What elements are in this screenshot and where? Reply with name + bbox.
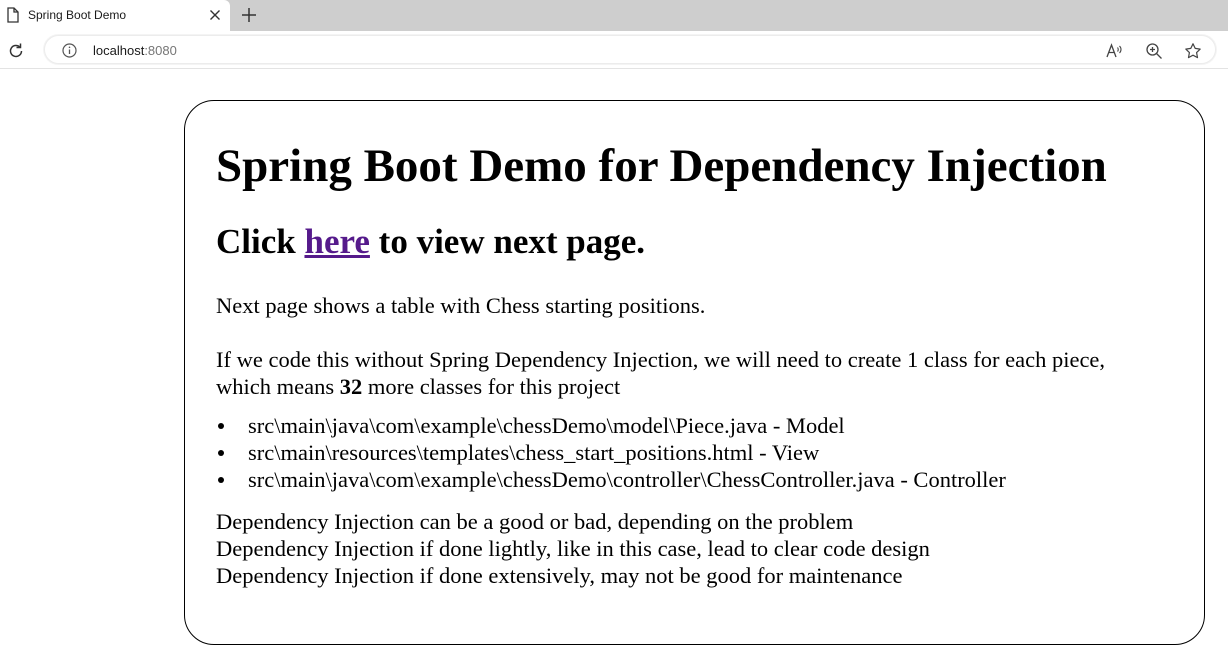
without-di-prefix: which means: [216, 374, 340, 399]
info-icon[interactable]: [62, 43, 77, 58]
without-di-line2: which means 32 more classes for this pro…: [216, 373, 620, 400]
note-done-extensively: Dependency Injection if done extensively…: [216, 563, 903, 588]
star-icon[interactable]: [1184, 42, 1202, 60]
read-aloud-icon[interactable]: [1105, 42, 1123, 60]
url-text[interactable]: localhost:8080: [93, 43, 177, 58]
intro-text: Next page shows a table with Chess start…: [216, 293, 706, 318]
page-title: Spring Boot Demo for Dependency Injectio…: [216, 140, 1107, 192]
note-done-lightly: Dependency Injection if done lightly, li…: [216, 536, 930, 561]
without-di-line1: If we code this without Spring Dependenc…: [216, 347, 1106, 372]
click-prefix: Click: [216, 222, 305, 261]
click-suffix: to view next page.: [369, 222, 646, 261]
note-good-or-bad: Dependency Injection can be a good or ba…: [216, 509, 854, 534]
tab-spring-boot-demo[interactable]: Spring Boot Demo: [0, 0, 230, 31]
click-heading: Click here to view next page.: [216, 221, 645, 263]
file-list: src\main\java\com\example\chessDemo\mode…: [216, 412, 1006, 493]
plus-icon[interactable]: [240, 6, 258, 24]
zoom-icon[interactable]: [1145, 42, 1163, 60]
tab-title: Spring Boot Demo: [28, 8, 127, 22]
class-count: 32: [339, 374, 363, 399]
list-item: src\main\java\com\example\chessDemo\cont…: [216, 466, 1006, 493]
list-item: src\main\java\com\example\chessDemo\mode…: [216, 412, 1006, 439]
content-card: Spring Boot Demo for Dependency Injectio…: [184, 100, 1205, 645]
close-icon[interactable]: [209, 9, 221, 21]
reload-icon[interactable]: [6, 41, 26, 61]
tab-bar: Spring Boot Demo: [0, 0, 1228, 31]
toolbar: localhost:8080: [0, 31, 1228, 69]
address-bar[interactable]: localhost:8080: [44, 35, 1216, 64]
list-item: src\main\resources\templates\chess_start…: [216, 439, 1006, 466]
url-host: localhost: [93, 43, 145, 58]
page-icon: [7, 7, 19, 23]
url-port: :8080: [144, 43, 177, 58]
without-di-suffix: more classes for this project: [362, 374, 621, 399]
here-link[interactable]: here: [304, 222, 369, 261]
